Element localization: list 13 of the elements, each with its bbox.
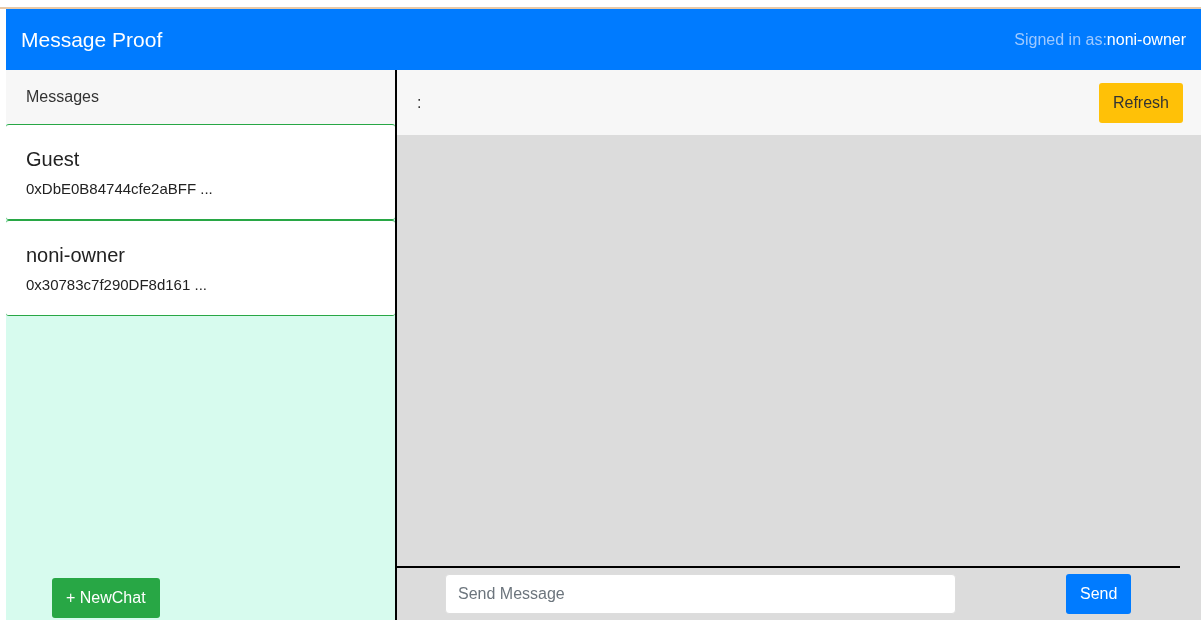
- sidebar-title: Messages: [26, 87, 99, 107]
- contact-name: Guest: [26, 146, 81, 172]
- message-field[interactable]: Send Message: [445, 574, 956, 614]
- contact-address: 0xDbE0B84744cfe2aBFF ...: [26, 178, 214, 199]
- contact-name: noni-owner: [26, 242, 126, 268]
- signed-in-text: Signed in as:noni-owner: [1014, 29, 1186, 50]
- chat-header-text: :: [417, 92, 422, 113]
- contact-item[interactable]: noni-owner 0x30783c7f290DF8d161 ...: [6, 220, 395, 316]
- contact-item[interactable]: Guest 0xDbE0B84744cfe2aBFF ...: [6, 124, 395, 220]
- contact-address: 0x30783c7f290DF8d161 ...: [26, 274, 208, 295]
- refresh-button[interactable]: Refresh: [1098, 82, 1183, 123]
- app-title: Message Proof: [21, 26, 163, 53]
- send-button[interactable]: Send: [1066, 574, 1132, 614]
